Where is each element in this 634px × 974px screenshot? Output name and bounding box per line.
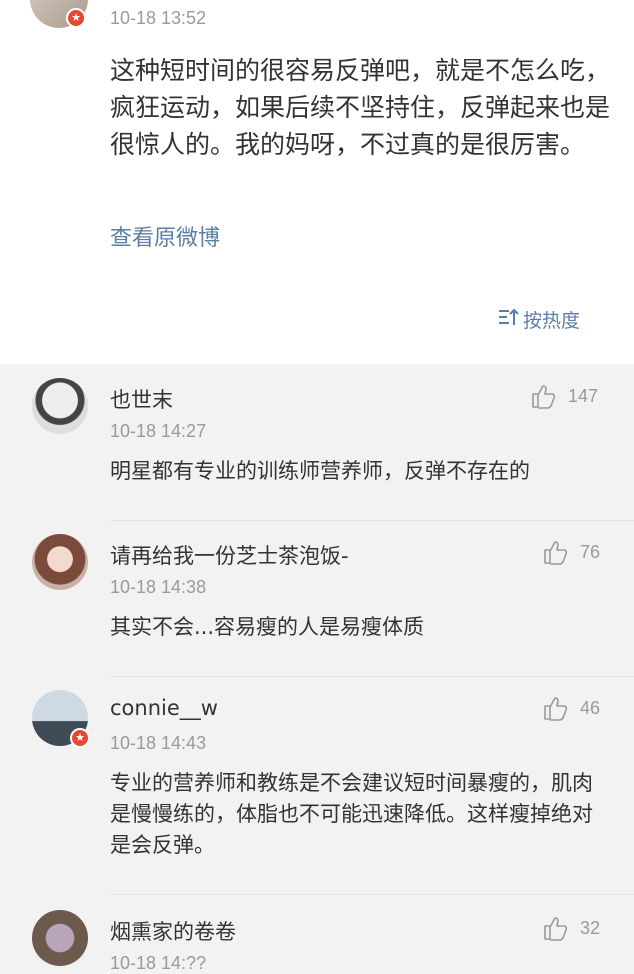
- like-count: 46: [580, 697, 601, 718]
- comment-time: 10-18 14:43: [110, 733, 207, 753]
- like-count: 32: [580, 917, 601, 938]
- commenter-name[interactable]: connie__w: [110, 696, 218, 720]
- like-button[interactable]: 46: [542, 694, 600, 722]
- commenter-avatar[interactable]: [32, 534, 88, 590]
- comment-divider: [110, 520, 634, 521]
- thumbs-up-icon: [544, 917, 568, 941]
- verified-badge-icon: ★: [66, 8, 86, 28]
- comment-text: 明星都有专业的训练师营养师，反弹不存在的: [110, 459, 530, 483]
- thumbs-up-icon: [544, 697, 568, 721]
- post-timestamp: 10-18 13:52: [110, 8, 207, 28]
- like-button[interactable]: 32: [542, 914, 600, 942]
- post-body: 这种短时间的很容易反弹吧，就是不怎么吃，疯狂运动，如果后续不坚持住，反弹起来也是…: [110, 56, 611, 159]
- comment-text: 其实不会...容易瘦的人是易瘦体质: [110, 615, 425, 639]
- sort-label: 按热度: [522, 310, 580, 332]
- view-original-weibo-link[interactable]: 查看原微博: [110, 220, 220, 252]
- comment-text: 专业的营养师和教练是不会建议短时间暴瘦的，肌肉是慢慢练的，体脂也不可能迅速降低。…: [110, 771, 593, 857]
- thumbs-up-icon: [544, 541, 568, 565]
- sort-by-popularity-button[interactable]: 按热度: [497, 306, 580, 333]
- commenter-name[interactable]: 也世末: [110, 384, 173, 414]
- thumbs-up-icon: [532, 385, 556, 409]
- comment-divider: [110, 894, 634, 895]
- comment-divider: [110, 676, 634, 677]
- commenter-avatar[interactable]: [32, 378, 88, 434]
- commenter-name[interactable]: 烟熏家的卷卷: [110, 916, 236, 946]
- commenter-name[interactable]: 请再给我一份芝士茶泡饭-: [110, 540, 349, 570]
- original-post-card: ★ 10-18 13:52 这种短时间的很容易反弹吧，就是不怎么吃，疯狂运动，如…: [0, 0, 634, 364]
- comment-time: 10-18 14:27: [110, 421, 207, 441]
- comment-time: 10-18 14:??: [110, 953, 207, 973]
- verified-badge-icon: ★: [70, 728, 90, 748]
- sort-icon: [497, 307, 519, 332]
- comment-time: 10-18 14:38: [110, 577, 207, 597]
- like-button[interactable]: 76: [542, 538, 600, 566]
- like-count: 147: [568, 385, 599, 406]
- like-count: 76: [580, 541, 601, 562]
- like-button[interactable]: 147: [530, 382, 598, 410]
